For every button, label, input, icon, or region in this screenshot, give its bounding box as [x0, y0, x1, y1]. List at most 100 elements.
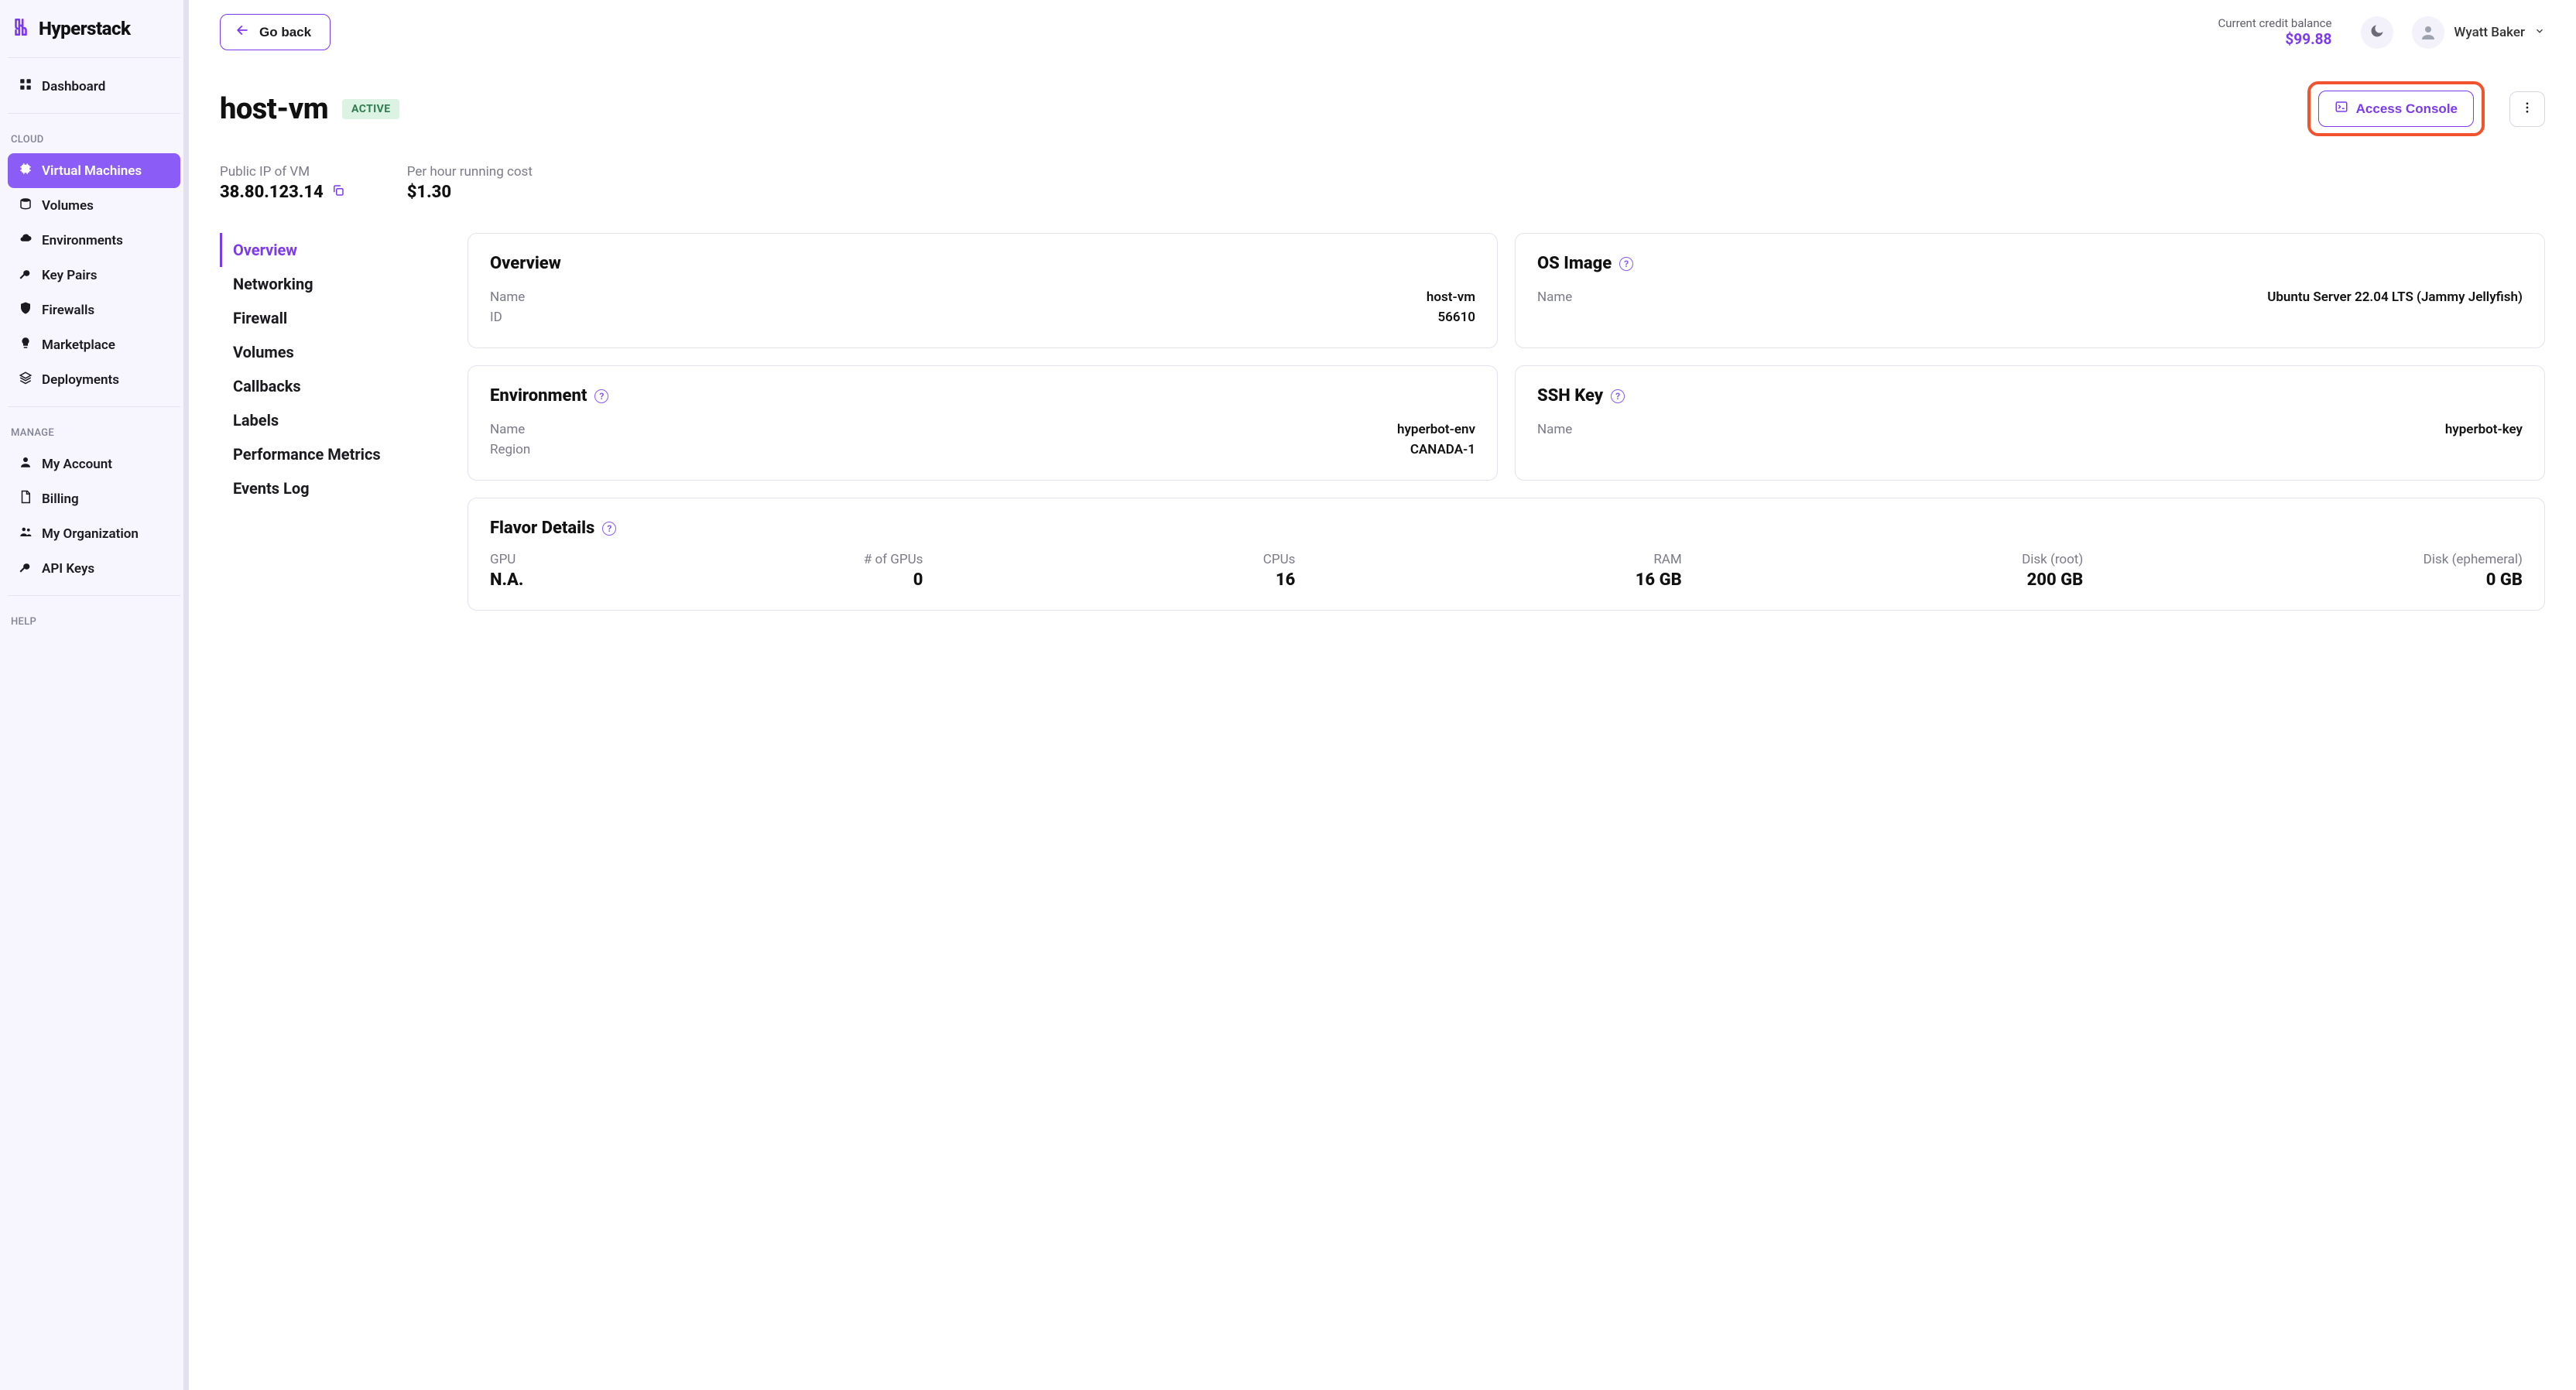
section-label-manage: MANAGE	[8, 416, 180, 447]
sidebar-item-label: Volumes	[42, 198, 94, 214]
copy-ip-button[interactable]	[331, 183, 345, 202]
sidebar-item-label: Key Pairs	[42, 268, 98, 283]
sidebar-item-label: Dashboard	[42, 79, 105, 94]
more-actions-button[interactable]	[2509, 91, 2545, 127]
status-badge: ACTIVE	[342, 99, 399, 119]
sidebar-item-label: Deployments	[42, 372, 119, 388]
cloud-icon	[19, 231, 33, 249]
brand-name: Hyperstack	[39, 18, 130, 39]
sidebar-item-key-pairs[interactable]: Key Pairs	[8, 258, 180, 293]
flavor-label: Disk (ephemeral)	[2424, 552, 2523, 567]
sidebar-item-volumes[interactable]: Volumes	[8, 188, 180, 223]
theme-toggle-button[interactable]	[2361, 16, 2393, 49]
sidebar: Hyperstack Dashboard CLOUD Virtual Machi…	[0, 0, 189, 1390]
kebab-icon	[2520, 101, 2534, 118]
flavor-value: 200 GB	[2022, 570, 2083, 590]
section-nav-callbacks[interactable]: Callbacks	[220, 369, 437, 403]
go-back-label: Go back	[259, 25, 311, 40]
help-icon[interactable]: ?	[1619, 257, 1633, 271]
section-nav-performance-metrics[interactable]: Performance Metrics	[220, 437, 437, 471]
section-nav-volumes[interactable]: Volumes	[220, 335, 437, 369]
overview-name-label: Name	[490, 289, 525, 305]
sidebar-item-dashboard[interactable]: Dashboard	[8, 69, 180, 104]
divider	[8, 406, 180, 407]
key-icon	[19, 266, 33, 284]
balance-value: $99.88	[2218, 30, 2332, 48]
sidebar-item-label: Marketplace	[42, 337, 115, 353]
flavor-label: GPU	[490, 552, 523, 567]
grid-icon	[19, 77, 33, 95]
flavor-value: 0 GB	[2424, 570, 2523, 590]
flavor-label: CPUs	[1263, 552, 1296, 567]
ssh-name-value: hyperbot-key	[2445, 422, 2523, 437]
card-title: Environment	[490, 386, 587, 406]
user-menu[interactable]: Wyatt Baker	[2412, 16, 2545, 49]
users-icon	[19, 525, 33, 543]
chevron-down-icon	[2534, 25, 2545, 39]
divider	[8, 595, 180, 596]
overview-id-value: 56610	[1437, 310, 1475, 325]
overview-name-value: host-vm	[1427, 289, 1475, 305]
card-flavor-details: Flavor Details? GPUN.A. # of GPUs0 CPUs1…	[468, 498, 2545, 611]
card-title: Flavor Details	[490, 519, 594, 538]
key-icon	[19, 560, 33, 577]
title-row: host-vm ACTIVE Access Console	[220, 81, 2545, 136]
sidebar-item-deployments[interactable]: Deployments	[8, 362, 180, 397]
section-nav-overview[interactable]: Overview	[220, 233, 437, 267]
sidebar-item-marketplace[interactable]: Marketplace	[8, 327, 180, 362]
sidebar-item-my-organization[interactable]: My Organization	[8, 516, 180, 551]
card-title: SSH Key	[1537, 386, 1603, 406]
flavor-value: 16 GB	[1636, 570, 1682, 590]
avatar	[2412, 16, 2444, 49]
sidebar-item-api-keys[interactable]: API Keys	[8, 551, 180, 586]
section-nav-networking[interactable]: Networking	[220, 267, 437, 301]
env-name-value: hyperbot-env	[1397, 422, 1475, 437]
balance-label: Current credit balance	[2218, 16, 2332, 30]
access-console-label: Access Console	[2356, 101, 2458, 117]
sidebar-item-label: API Keys	[42, 561, 94, 577]
sidebar-item-virtual-machines[interactable]: Virtual Machines	[8, 153, 180, 188]
annotation-highlight: Access Console	[2307, 81, 2485, 136]
sidebar-item-firewalls[interactable]: Firewalls	[8, 293, 180, 327]
help-icon[interactable]: ?	[1611, 389, 1625, 403]
cards-column: Overview Namehost-vm ID56610 OS Image? N…	[468, 233, 2545, 611]
ssh-name-label: Name	[1537, 422, 1572, 437]
layers-icon	[19, 371, 33, 389]
sidebar-item-label: Environments	[42, 233, 123, 248]
section-label-cloud: CLOUD	[8, 123, 180, 153]
bulb-icon	[19, 336, 33, 354]
sidebar-item-billing[interactable]: Billing	[8, 481, 180, 516]
main-content: Go back Current credit balance $99.88 Wy…	[189, 0, 2576, 1390]
vm-meta: Public IP of VM 38.80.123.14 Per hour ru…	[220, 164, 2545, 202]
section-nav-firewall[interactable]: Firewall	[220, 301, 437, 335]
page-title: host-vm	[220, 92, 328, 126]
brand[interactable]: Hyperstack	[8, 9, 180, 58]
help-icon[interactable]: ?	[602, 522, 616, 536]
user-icon	[19, 455, 33, 473]
sidebar-item-my-account[interactable]: My Account	[8, 447, 180, 481]
section-nav-labels[interactable]: Labels	[220, 403, 437, 437]
card-environment: Environment? Name hyperbot-env Region CANA…	[468, 365, 1498, 481]
chip-icon	[19, 162, 33, 180]
topbar: Go back Current credit balance $99.88 Wy…	[220, 14, 2545, 50]
flavor-label: RAM	[1636, 552, 1682, 567]
sidebar-item-label: Virtual Machines	[42, 163, 142, 179]
flavor-label: Disk (root)	[2022, 552, 2083, 567]
flavor-label: # of GPUs	[864, 552, 923, 567]
sidebar-item-environments[interactable]: Environments	[8, 223, 180, 258]
env-region-label: Region	[490, 442, 530, 457]
access-console-button[interactable]: Access Console	[2318, 91, 2474, 127]
hyperstack-logo-icon	[11, 17, 31, 40]
os-name-value: Ubuntu Server 22.04 LTS (Jammy Jellyfish…	[2267, 289, 2523, 305]
public-ip-label: Public IP of VM	[220, 164, 345, 180]
env-name-label: Name	[490, 422, 525, 437]
help-icon[interactable]: ?	[594, 389, 608, 403]
go-back-button[interactable]: Go back	[220, 14, 331, 50]
disk-icon	[19, 197, 33, 214]
section-nav-events-log[interactable]: Events Log	[220, 471, 437, 505]
overview-id-label: ID	[490, 310, 502, 325]
section-label-help: HELP	[8, 605, 180, 635]
env-region-value: CANADA-1	[1410, 442, 1475, 457]
cost-value: $1.30	[407, 183, 533, 202]
terminal-icon	[2334, 100, 2348, 118]
